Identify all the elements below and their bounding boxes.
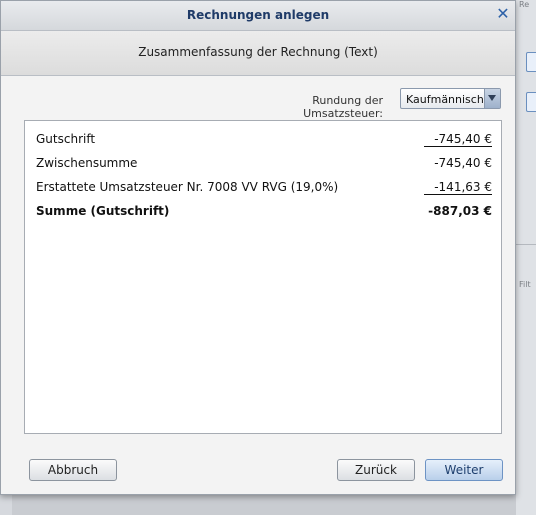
summary-row-label: Erstattete Umsatzsteuer Nr. 7008 VV RVG … bbox=[36, 180, 339, 194]
summary-row: Zwischensumme -745,40 € bbox=[36, 156, 492, 172]
cancel-button[interactable]: Abbruch bbox=[29, 459, 117, 481]
summary-row-value: -141,63 € bbox=[424, 180, 492, 195]
document-icon[interactable] bbox=[526, 52, 536, 72]
dialog-titlebar: Rechnungen anlegen ✕ bbox=[1, 1, 515, 31]
summary-row: Erstattete Umsatzsteuer Nr. 7008 VV RVG … bbox=[36, 180, 492, 196]
background-text: Filt bbox=[519, 280, 531, 289]
back-button[interactable]: Zurück bbox=[337, 459, 415, 481]
rounding-label: Rundung der Umsatzsteuer: bbox=[303, 94, 383, 120]
close-icon[interactable]: ✕ bbox=[495, 5, 511, 23]
rounding-selected-value: Kaufmännisch bbox=[406, 93, 484, 106]
summary-panel: Gutschrift -745,40 € Zwischensumme -745,… bbox=[24, 120, 502, 434]
background-right-pane bbox=[516, 0, 536, 515]
background-divider bbox=[516, 244, 536, 245]
dialog-step-header: Zusammenfassung der Rechnung (Text) bbox=[1, 31, 515, 76]
rounding-select[interactable]: Kaufmännisch bbox=[400, 88, 501, 109]
next-button[interactable]: Weiter bbox=[425, 459, 503, 481]
dropdown-button[interactable] bbox=[484, 89, 500, 108]
summary-total-value: -887,03 € bbox=[428, 204, 492, 218]
step-title: Zusammenfassung der Rechnung (Text) bbox=[138, 45, 378, 59]
summary-total-row: Summe (Gutschrift) -887,03 € bbox=[36, 204, 492, 220]
summary-row: Gutschrift -745,40 € bbox=[36, 132, 492, 148]
document-icon[interactable] bbox=[526, 92, 536, 112]
chevron-down-icon bbox=[488, 95, 496, 101]
summary-row-label: Gutschrift bbox=[36, 132, 96, 146]
dialog-title: Rechnungen anlegen bbox=[186, 8, 330, 22]
summary-row-label: Zwischensumme bbox=[36, 156, 138, 170]
summary-total-label: Summe (Gutschrift) bbox=[36, 204, 170, 218]
summary-row-value: -745,40 € bbox=[434, 156, 492, 170]
dialog-window: Rechnungen anlegen ✕ Zusammenfassung der… bbox=[0, 0, 516, 495]
summary-row-value: -745,40 € bbox=[424, 132, 492, 147]
background-text: Re bbox=[519, 0, 530, 9]
